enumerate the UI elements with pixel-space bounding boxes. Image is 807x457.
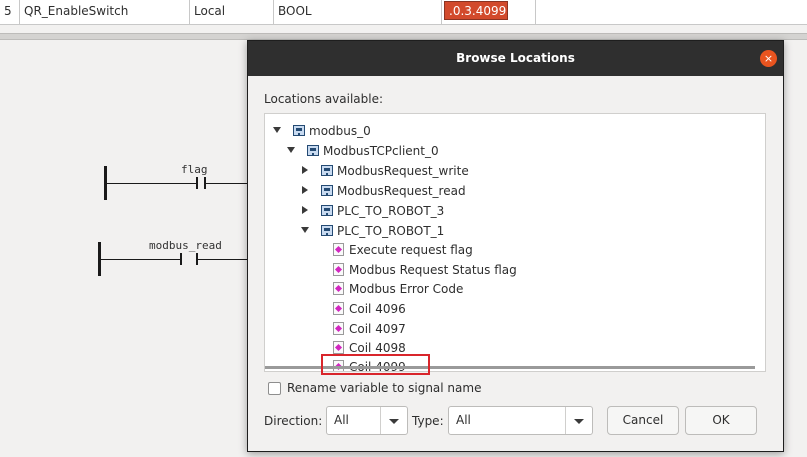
tree-leaf-label: Execute request flag bbox=[349, 243, 473, 257]
combo-separator bbox=[565, 407, 566, 434]
variable-icon bbox=[333, 341, 344, 354]
expand-chevron-down-icon[interactable] bbox=[301, 227, 309, 233]
tree-leaf-label: Coil 4097 bbox=[349, 322, 406, 336]
folder-icon bbox=[321, 185, 333, 196]
table-scrollbar[interactable] bbox=[0, 33, 807, 40]
type-value: All bbox=[456, 413, 471, 427]
expand-chevron-down-icon[interactable] bbox=[273, 127, 281, 133]
wire-4 bbox=[198, 259, 247, 260]
wire-1 bbox=[107, 183, 197, 184]
expand-chevron-right-icon[interactable] bbox=[302, 186, 308, 194]
tree-leaf-label: Modbus Error Code bbox=[349, 282, 464, 296]
tree-label-plc-to-robot-3: PLC_TO_ROBOT_3 bbox=[337, 204, 445, 218]
chevron-down-icon[interactable] bbox=[389, 419, 399, 424]
variable-icon bbox=[333, 282, 344, 295]
tree-label-client: ModbusTCPclient_0 bbox=[323, 144, 439, 158]
folder-icon bbox=[293, 125, 305, 136]
variable-icon bbox=[333, 243, 344, 256]
close-icon[interactable]: × bbox=[760, 50, 777, 67]
direction-value: All bbox=[334, 413, 349, 427]
location-browse-button[interactable] bbox=[510, 0, 536, 24]
folder-icon bbox=[321, 225, 333, 236]
combo-separator bbox=[380, 407, 381, 434]
variable-table-row: 5 QR_EnableSwitch Local BOOL .0.3.4099 bbox=[0, 0, 807, 25]
variable-location-cell[interactable]: .0.3.4099 bbox=[444, 1, 508, 20]
rename-variable-checkbox[interactable] bbox=[268, 382, 281, 395]
tree-leaf-label: Coil 4096 bbox=[349, 302, 406, 316]
wire-3 bbox=[101, 259, 181, 260]
type-label: Type: bbox=[412, 414, 444, 428]
wire-2 bbox=[206, 183, 247, 184]
browse-locations-dialog: Browse Locations × Locations available: … bbox=[247, 40, 784, 452]
locations-available-label: Locations available: bbox=[264, 92, 384, 106]
tree-label-plc-to-robot-1: PLC_TO_ROBOT_1 bbox=[337, 224, 445, 238]
ok-button[interactable]: OK bbox=[685, 406, 757, 435]
expand-chevron-down-icon[interactable] bbox=[287, 147, 295, 153]
variable-name-cell[interactable]: QR_EnableSwitch bbox=[20, 0, 190, 24]
variable-icon bbox=[333, 322, 344, 335]
variable-class-cell[interactable]: Local bbox=[190, 0, 274, 24]
direction-label: Direction: bbox=[264, 414, 323, 428]
row-number: 5 bbox=[0, 0, 20, 24]
tree-label-request-write: ModbusRequest_write bbox=[337, 164, 469, 178]
contact-modbus-read-left[interactable] bbox=[180, 253, 182, 265]
contact-flag-label: flag bbox=[181, 163, 208, 176]
tree-leaf-label: Modbus Request Status flag bbox=[349, 263, 517, 277]
dialog-title: Browse Locations bbox=[456, 51, 575, 65]
variable-icon bbox=[333, 302, 344, 315]
direction-select[interactable]: All bbox=[326, 406, 408, 435]
cancel-button[interactable]: Cancel bbox=[607, 406, 679, 435]
locations-tree[interactable]: modbus_0 ModbusTCPclient_0 ModbusRequest… bbox=[264, 113, 766, 372]
contact-flag-left[interactable] bbox=[196, 177, 198, 189]
folder-icon bbox=[307, 145, 319, 156]
expand-chevron-right-icon[interactable] bbox=[302, 206, 308, 214]
dialog-titlebar[interactable]: Browse Locations × bbox=[248, 41, 783, 76]
tree-label-request-read: ModbusRequest_read bbox=[337, 184, 466, 198]
tree-label-root: modbus_0 bbox=[309, 124, 371, 138]
contact-modbus-read-label: modbus_read bbox=[149, 239, 222, 252]
chevron-down-icon[interactable] bbox=[574, 419, 584, 424]
variable-type-cell[interactable]: BOOL bbox=[274, 0, 442, 24]
folder-icon bbox=[321, 165, 333, 176]
expand-chevron-right-icon[interactable] bbox=[302, 166, 308, 174]
rename-variable-label[interactable]: Rename variable to signal name bbox=[287, 381, 481, 395]
highlight-annotation-box bbox=[321, 354, 430, 375]
folder-icon bbox=[321, 205, 333, 216]
type-select[interactable]: All bbox=[448, 406, 593, 435]
variable-icon bbox=[333, 263, 344, 276]
